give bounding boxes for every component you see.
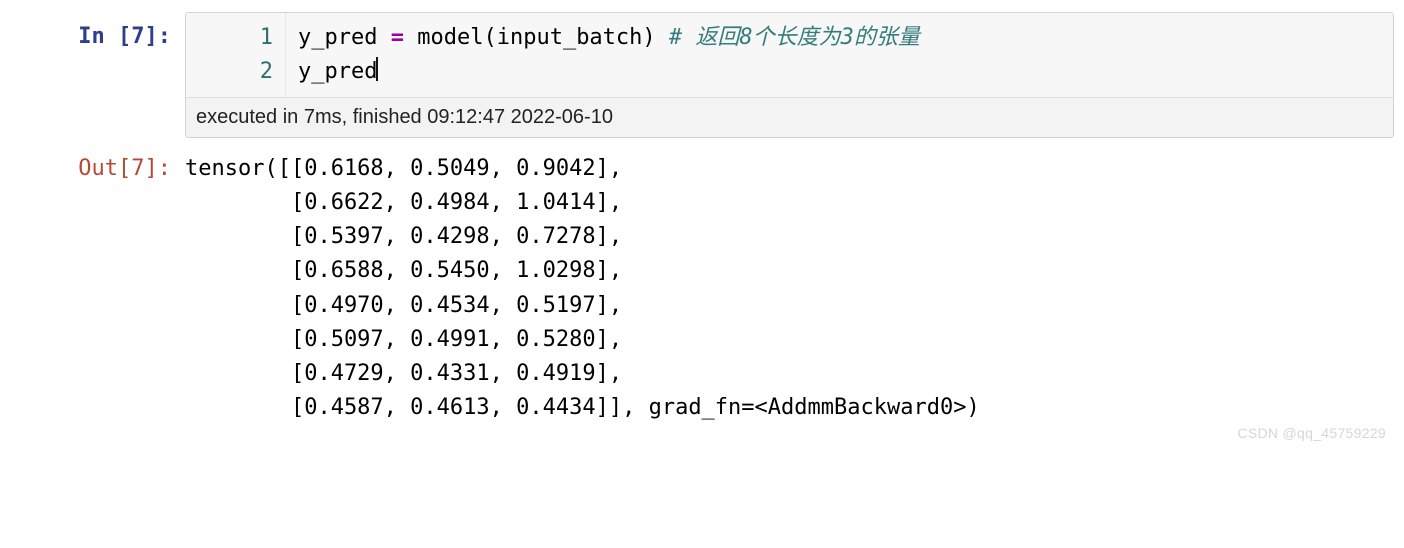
input-cell-body: 1 2 y_pred = model(input_batch) # 返回8个长度…: [185, 12, 1394, 138]
output-text: tensor([[0.6168, 0.5049, 0.9042], [0.662…: [185, 152, 1394, 425]
line-number: 2: [190, 55, 273, 89]
input-prompt-label: In [7]:: [78, 24, 171, 49]
code-token-punct: (: [483, 25, 496, 50]
code-token-operator: =: [377, 25, 417, 50]
code-line[interactable]: y_pred = model(input_batch) # 返回8个长度为3的张…: [298, 21, 1381, 55]
line-number: 1: [190, 21, 273, 55]
text-cursor: [376, 57, 378, 81]
code-token-name: y_pred: [298, 25, 377, 50]
output-prompt-label: Out[7]:: [78, 156, 171, 181]
code-lines[interactable]: y_pred = model(input_batch) # 返回8个长度为3的张…: [286, 13, 1393, 97]
code-token-comment: # 返回8个长度为3的张量: [669, 25, 920, 50]
code-token-arg: input_batch: [497, 25, 643, 50]
code-line[interactable]: y_pred: [298, 55, 1381, 89]
code-token-name: y_pred: [298, 59, 377, 84]
line-number-gutter: 1 2: [186, 13, 286, 97]
watermark: CSDN @qq_45759229: [1237, 423, 1386, 445]
output-cell-row: Out[7]: tensor([[0.6168, 0.5049, 0.9042]…: [10, 144, 1394, 425]
output-prompt: Out[7]:: [10, 144, 185, 186]
code-area[interactable]: 1 2 y_pred = model(input_batch) # 返回8个长度…: [186, 13, 1393, 97]
input-cell-row: In [7]: 1 2 y_pred = model(input_batch) …: [10, 12, 1394, 138]
input-prompt: In [7]:: [10, 12, 185, 54]
notebook-cell-container: In [7]: 1 2 y_pred = model(input_batch) …: [0, 0, 1404, 449]
code-panel: 1 2 y_pred = model(input_batch) # 返回8个长度…: [185, 12, 1394, 138]
execution-status: executed in 7ms, finished 09:12:47 2022-…: [186, 97, 1393, 137]
code-token-call: model: [417, 25, 483, 50]
code-token-punct: ): [642, 25, 669, 50]
output-cell-body: tensor([[0.6168, 0.5049, 0.9042], [0.662…: [185, 144, 1394, 425]
